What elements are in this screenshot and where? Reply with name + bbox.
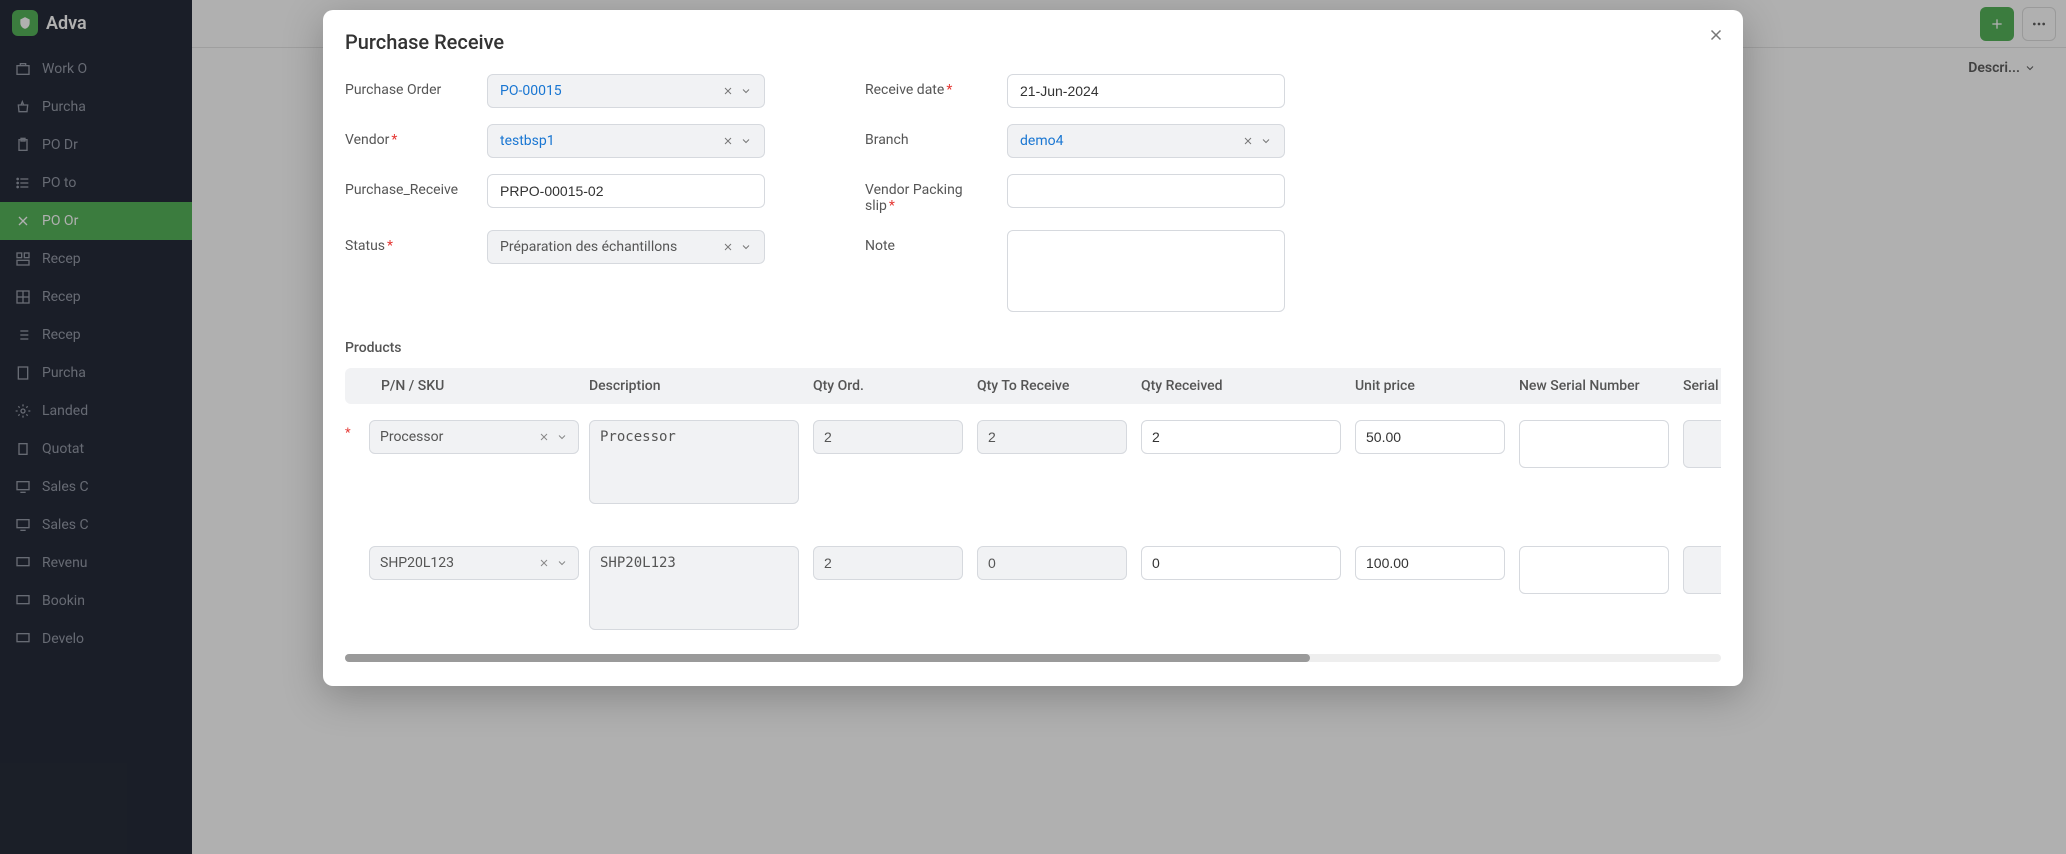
field-purchase-receive: Purchase_Receive xyxy=(345,174,765,214)
clear-icon[interactable] xyxy=(538,431,550,443)
products-section-title: Products xyxy=(345,340,1721,356)
label-note: Note xyxy=(865,230,995,254)
qty-to-receive-input xyxy=(977,420,1127,454)
new-serial-input[interactable] xyxy=(1519,420,1669,468)
label-status: Status* xyxy=(345,230,475,254)
unit-price-input[interactable] xyxy=(1355,546,1505,580)
chevron-down-icon xyxy=(556,431,568,443)
product-row: * Processor xyxy=(345,420,1721,524)
clear-icon[interactable] xyxy=(722,85,734,97)
header-qty-received: Qty Received xyxy=(1141,378,1341,394)
field-status: Status* Préparation des échantillons xyxy=(345,230,765,316)
header-serial-list: Serial Number List xyxy=(1683,378,1721,394)
purchase-receive-input[interactable] xyxy=(487,174,765,208)
branch-value: demo4 xyxy=(1020,133,1242,149)
chevron-down-icon xyxy=(740,241,752,253)
close-button[interactable] xyxy=(1707,26,1725,44)
purchase-order-select[interactable]: PO-00015 xyxy=(487,74,765,108)
field-vendor-packing-slip: Vendor Packing slip* xyxy=(865,174,1285,214)
purchase-receive-modal: Purchase Receive Purchase Order PO-00015 xyxy=(323,10,1743,686)
header-qty-ord: Qty Ord. xyxy=(813,378,963,394)
label-receive-date: Receive date* xyxy=(865,74,995,98)
label-purchase-order: Purchase Order xyxy=(345,74,475,98)
clear-icon[interactable] xyxy=(538,557,550,569)
header-qty-to-receive: Qty To Receive xyxy=(977,378,1127,394)
desc-textarea[interactable] xyxy=(589,420,799,504)
label-vendor-packing-slip: Vendor Packing slip* xyxy=(865,174,995,214)
label-vendor: Vendor* xyxy=(345,124,475,148)
serial-list-input xyxy=(1683,420,1721,468)
field-vendor: Vendor* testbsp1 xyxy=(345,124,765,158)
unit-price-input[interactable] xyxy=(1355,420,1505,454)
status-value: Préparation des échantillons xyxy=(500,239,722,255)
field-purchase-order: Purchase Order PO-00015 xyxy=(345,74,765,108)
note-textarea[interactable] xyxy=(1007,230,1285,312)
qty-to-receive-input xyxy=(977,546,1127,580)
field-branch: Branch demo4 xyxy=(865,124,1285,158)
app-root: Adva Work O Purcha PO Dr PO to PO Or xyxy=(0,0,2066,854)
vendor-value: testbsp1 xyxy=(500,133,722,149)
chevron-down-icon xyxy=(556,557,568,569)
modal-overlay: Purchase Receive Purchase Order PO-00015 xyxy=(0,0,2066,854)
qty-ord-input xyxy=(813,420,963,454)
product-row: SHP20L123 xyxy=(345,546,1721,650)
chevron-down-icon xyxy=(1260,135,1272,147)
branch-select[interactable]: demo4 xyxy=(1007,124,1285,158)
receive-date-input[interactable] xyxy=(1007,74,1285,108)
label-purchase-receive: Purchase_Receive xyxy=(345,174,475,198)
new-serial-input[interactable] xyxy=(1519,546,1669,594)
label-branch: Branch xyxy=(865,124,995,148)
field-note: Note xyxy=(865,230,1285,316)
desc-textarea[interactable] xyxy=(589,546,799,630)
clear-icon[interactable] xyxy=(722,241,734,253)
modal-title: Purchase Receive xyxy=(345,30,1721,54)
status-select[interactable]: Préparation des échantillons xyxy=(487,230,765,264)
header-unit-price: Unit price xyxy=(1355,378,1505,394)
sku-value: SHP20L123 xyxy=(380,555,454,571)
qty-ord-input xyxy=(813,546,963,580)
qty-received-input[interactable] xyxy=(1141,420,1341,454)
header-new-serial: New Serial Number xyxy=(1519,378,1669,394)
purchase-order-value: PO-00015 xyxy=(500,83,722,99)
serial-list-input xyxy=(1683,546,1721,594)
products-table: P/N / SKU Description Qty Ord. Qty To Re… xyxy=(345,368,1721,650)
chevron-down-icon xyxy=(740,85,752,97)
required-marker: * xyxy=(345,426,351,441)
horizontal-scrollbar[interactable] xyxy=(345,654,1721,662)
close-icon xyxy=(1707,26,1725,44)
sku-select[interactable]: Processor xyxy=(369,420,579,454)
sku-value: Processor xyxy=(380,429,443,445)
scrollbar-thumb[interactable] xyxy=(345,654,1310,662)
qty-received-input[interactable] xyxy=(1141,546,1341,580)
clear-icon[interactable] xyxy=(722,135,734,147)
products-table-wrap: P/N / SKU Description Qty Ord. Qty To Re… xyxy=(345,368,1721,650)
header-sku: P/N / SKU xyxy=(359,378,579,394)
chevron-down-icon xyxy=(740,135,752,147)
vendor-packing-slip-input[interactable] xyxy=(1007,174,1285,208)
header-desc: Description xyxy=(589,378,799,394)
field-receive-date: Receive date* xyxy=(865,74,1285,108)
vendor-select[interactable]: testbsp1 xyxy=(487,124,765,158)
clear-icon[interactable] xyxy=(1242,135,1254,147)
sku-select[interactable]: SHP20L123 xyxy=(369,546,579,580)
products-header-row: P/N / SKU Description Qty Ord. Qty To Re… xyxy=(345,368,1721,404)
form-grid: Purchase Order PO-00015 Receive date xyxy=(345,74,1721,316)
